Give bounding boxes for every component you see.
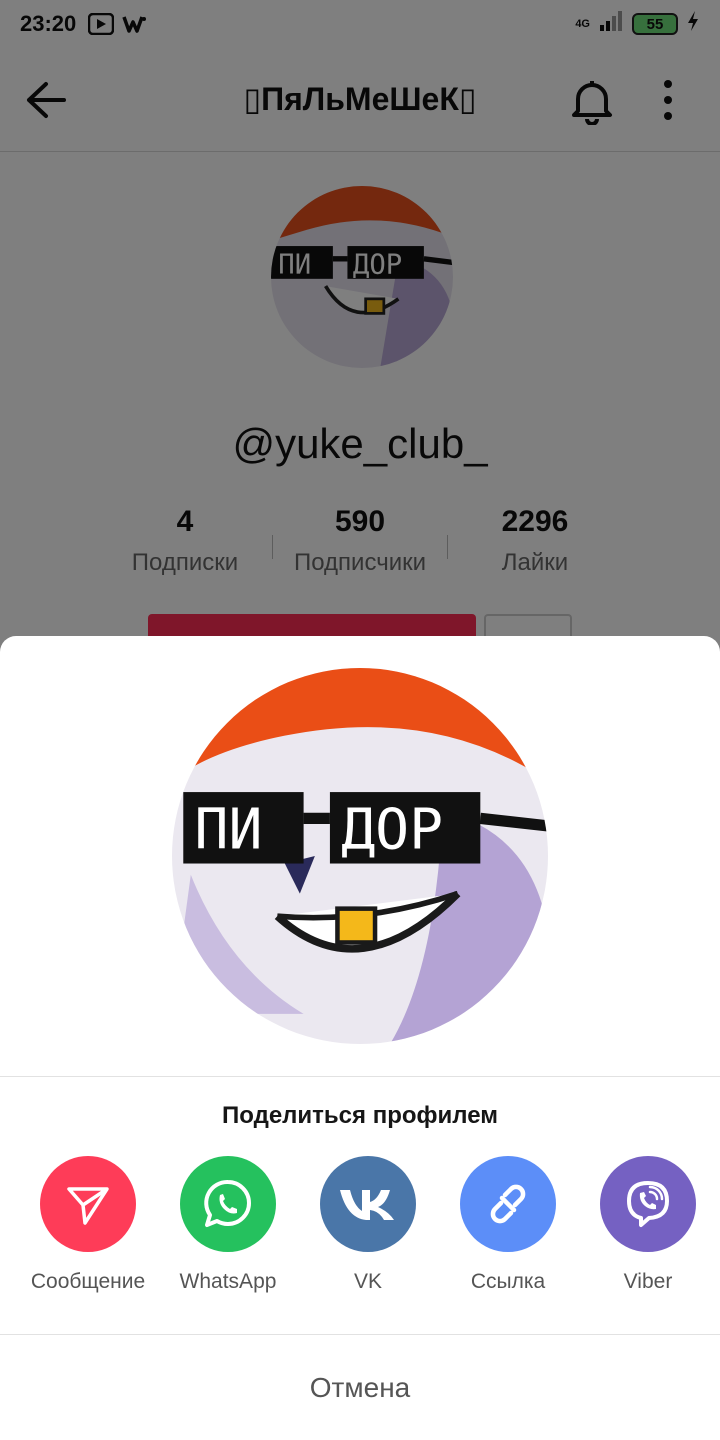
share-vk-button[interactable]: VK	[298, 1156, 438, 1294]
share-profile-sheet: ПИ ДОР Поделиться профилем Сообщение Wha…	[0, 636, 720, 1440]
whatsapp-icon	[180, 1156, 276, 1252]
share-message-label: Сообщение	[30, 1270, 146, 1293]
share-whatsapp-label: WhatsApp	[179, 1270, 277, 1293]
cancel-button[interactable]: Отмена	[0, 1336, 720, 1440]
share-link-label: Ссылка	[470, 1270, 546, 1293]
share-avatar-preview: ПИ ДОР	[172, 668, 548, 1044]
share-vk-label: VK	[353, 1270, 382, 1293]
vk-icon	[320, 1156, 416, 1252]
share-avatar-text-right: ДОР	[341, 797, 443, 862]
share-message-button[interactable]: Сообщение	[18, 1156, 158, 1294]
viber-icon	[600, 1156, 696, 1252]
share-whatsapp-button[interactable]: WhatsApp	[158, 1156, 298, 1294]
send-icon	[40, 1156, 136, 1252]
share-sheet-title: Поделиться профилем	[222, 1102, 498, 1129]
share-avatar-text-left: ПИ	[195, 797, 263, 862]
share-link-button[interactable]: Ссылка	[438, 1156, 578, 1294]
link-icon	[460, 1156, 556, 1252]
share-viber-label: Viber	[623, 1270, 673, 1293]
share-viber-button[interactable]: Viber	[578, 1156, 718, 1294]
sheet-divider	[0, 1334, 720, 1335]
sheet-divider	[0, 1076, 720, 1077]
